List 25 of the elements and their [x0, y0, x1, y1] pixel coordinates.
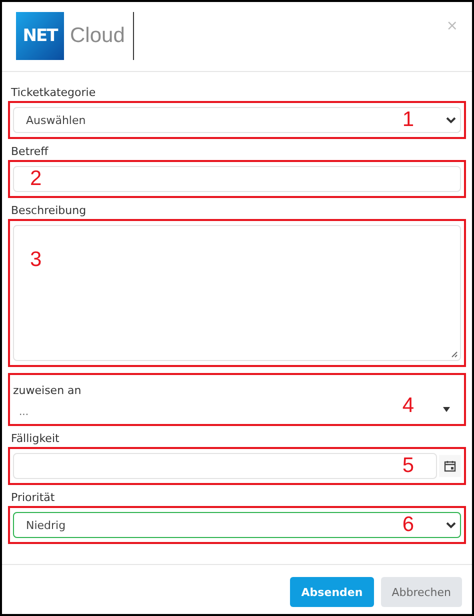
field-label: Beschreibung [11, 204, 88, 218]
date-field[interactable] [13, 453, 437, 479]
cancel-button[interactable]: Abbrechen [380, 577, 462, 607]
annotation-number: 1 [402, 109, 414, 131]
logo-text: Cloud [70, 24, 125, 48]
annotation-number: 6 [402, 514, 414, 536]
field-label: Betreff [11, 145, 50, 159]
calendar-icon [444, 460, 456, 472]
annotation-number: 3 [30, 249, 42, 271]
annotation-number: 4 [402, 395, 414, 417]
combo-value[interactable]: ... [19, 407, 29, 418]
chevron-down-icon [446, 522, 456, 528]
field-label: zuweisen an [13, 384, 82, 397]
field-label: Fälligkeit [11, 432, 60, 446]
logo-mark: NET [16, 12, 64, 60]
field-label: Priorität [11, 491, 56, 505]
resize-grip-icon[interactable] [451, 351, 458, 358]
field-label: Ticketkategorie [11, 86, 97, 100]
annotation-number: 5 [402, 455, 414, 477]
caret-down-icon [443, 406, 450, 412]
input-field[interactable] [13, 166, 461, 192]
chevron-down-icon [446, 116, 456, 124]
calendar-button[interactable] [439, 455, 461, 477]
submit-button[interactable]: Absenden [290, 577, 374, 607]
annotation-number: 2 [30, 168, 42, 190]
